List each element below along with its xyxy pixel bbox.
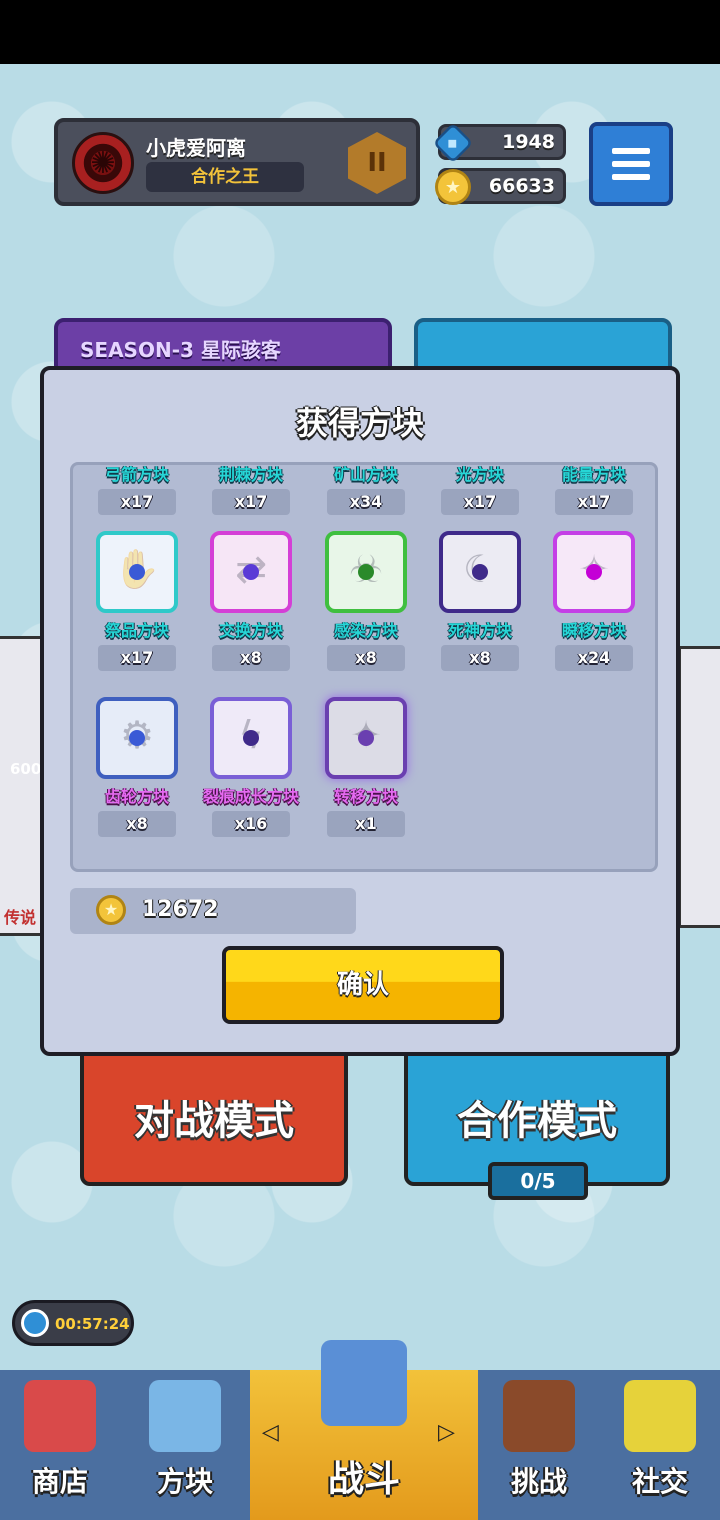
cube-count: x8 [327, 645, 405, 671]
cube-name: 转移方块 [333, 787, 398, 806]
dialog-title: 获得方块 [295, 404, 424, 442]
obtained-cubes-dialog: 获得方块 弓箭方块 x17 荆棘方块 x17 矿山方块 x34 光方块 x17 … [40, 366, 680, 1056]
cube-item: 能量方块 x17 [544, 465, 644, 515]
cube-name: 死神方块 [447, 621, 512, 640]
cube-count: x8 [441, 645, 519, 671]
gold-reward-bar: ★ 12672 [70, 888, 356, 934]
cube-name: 矿山方块 [333, 465, 398, 484]
cube-name: 祭品方块 [104, 621, 169, 640]
gear-cube-icon: ⚙ [96, 697, 178, 779]
cube-item: 矿山方块 x34 [316, 465, 416, 515]
transfer-cube-icon: ✦ [325, 697, 407, 779]
cube-item[interactable]: ✋ 祭品方块 x17 [87, 531, 187, 671]
cube-name: 荆棘方块 [218, 465, 283, 484]
cube-count: x17 [555, 489, 633, 515]
infection-cube-icon: ☣ [325, 531, 407, 613]
cube-name: 光方块 [455, 465, 504, 484]
reaper-cube-icon: ☾ [439, 531, 521, 613]
cube-name: 交换方块 [218, 621, 283, 640]
cube-item[interactable]: ⚙ 齿轮方块 x8 [87, 697, 187, 837]
crack-growth-cube-icon: ϟ [210, 697, 292, 779]
cube-item[interactable]: ✦ 转移方块 x1 [316, 697, 416, 837]
cube-name: 齿轮方块 [104, 787, 169, 806]
swap-cube-icon: ⇄ [210, 531, 292, 613]
cube-count: x24 [555, 645, 633, 671]
cube-item[interactable]: ⇄ 交换方块 x8 [201, 531, 301, 671]
cube-count: x8 [212, 645, 290, 671]
cube-item[interactable]: ☾ 死神方块 x8 [430, 531, 530, 671]
confirm-button[interactable]: 确认 [222, 946, 504, 1024]
gold-reward-value: 12672 [142, 897, 219, 922]
cube-count: x17 [98, 645, 176, 671]
cube-count: x8 [98, 811, 176, 837]
cube-count: x17 [98, 489, 176, 515]
teleport-cube-icon: ✧ [553, 531, 635, 613]
cube-count: x1 [327, 811, 405, 837]
cube-name: 弓箭方块 [104, 465, 169, 484]
cube-count: x16 [212, 811, 290, 837]
cube-item[interactable]: ϟ 裂痕成长方块 x16 [201, 697, 301, 837]
cube-item: 光方块 x17 [430, 465, 530, 515]
cube-name: 瞬移方块 [561, 621, 626, 640]
offering-cube-icon: ✋ [96, 531, 178, 613]
cube-item: 荆棘方块 x17 [201, 465, 301, 515]
cube-item[interactable]: ☣ 感染方块 x8 [316, 531, 416, 671]
cube-count: x34 [327, 489, 405, 515]
cube-count: x17 [441, 489, 519, 515]
cube-item: 弓箭方块 x17 [87, 465, 187, 515]
cube-name: 感染方块 [333, 621, 398, 640]
gold-coin-icon: ★ [96, 895, 126, 925]
cube-item[interactable]: ✧ 瞬移方块 x24 [544, 531, 644, 671]
cube-grid-panel[interactable]: 弓箭方块 x17 荆棘方块 x17 矿山方块 x34 光方块 x17 能量方块 … [70, 462, 658, 872]
status-bar [0, 0, 720, 64]
cube-name: 裂痕成长方块 [202, 787, 299, 806]
cube-count: x17 [212, 489, 290, 515]
cube-name: 能量方块 [561, 465, 626, 484]
